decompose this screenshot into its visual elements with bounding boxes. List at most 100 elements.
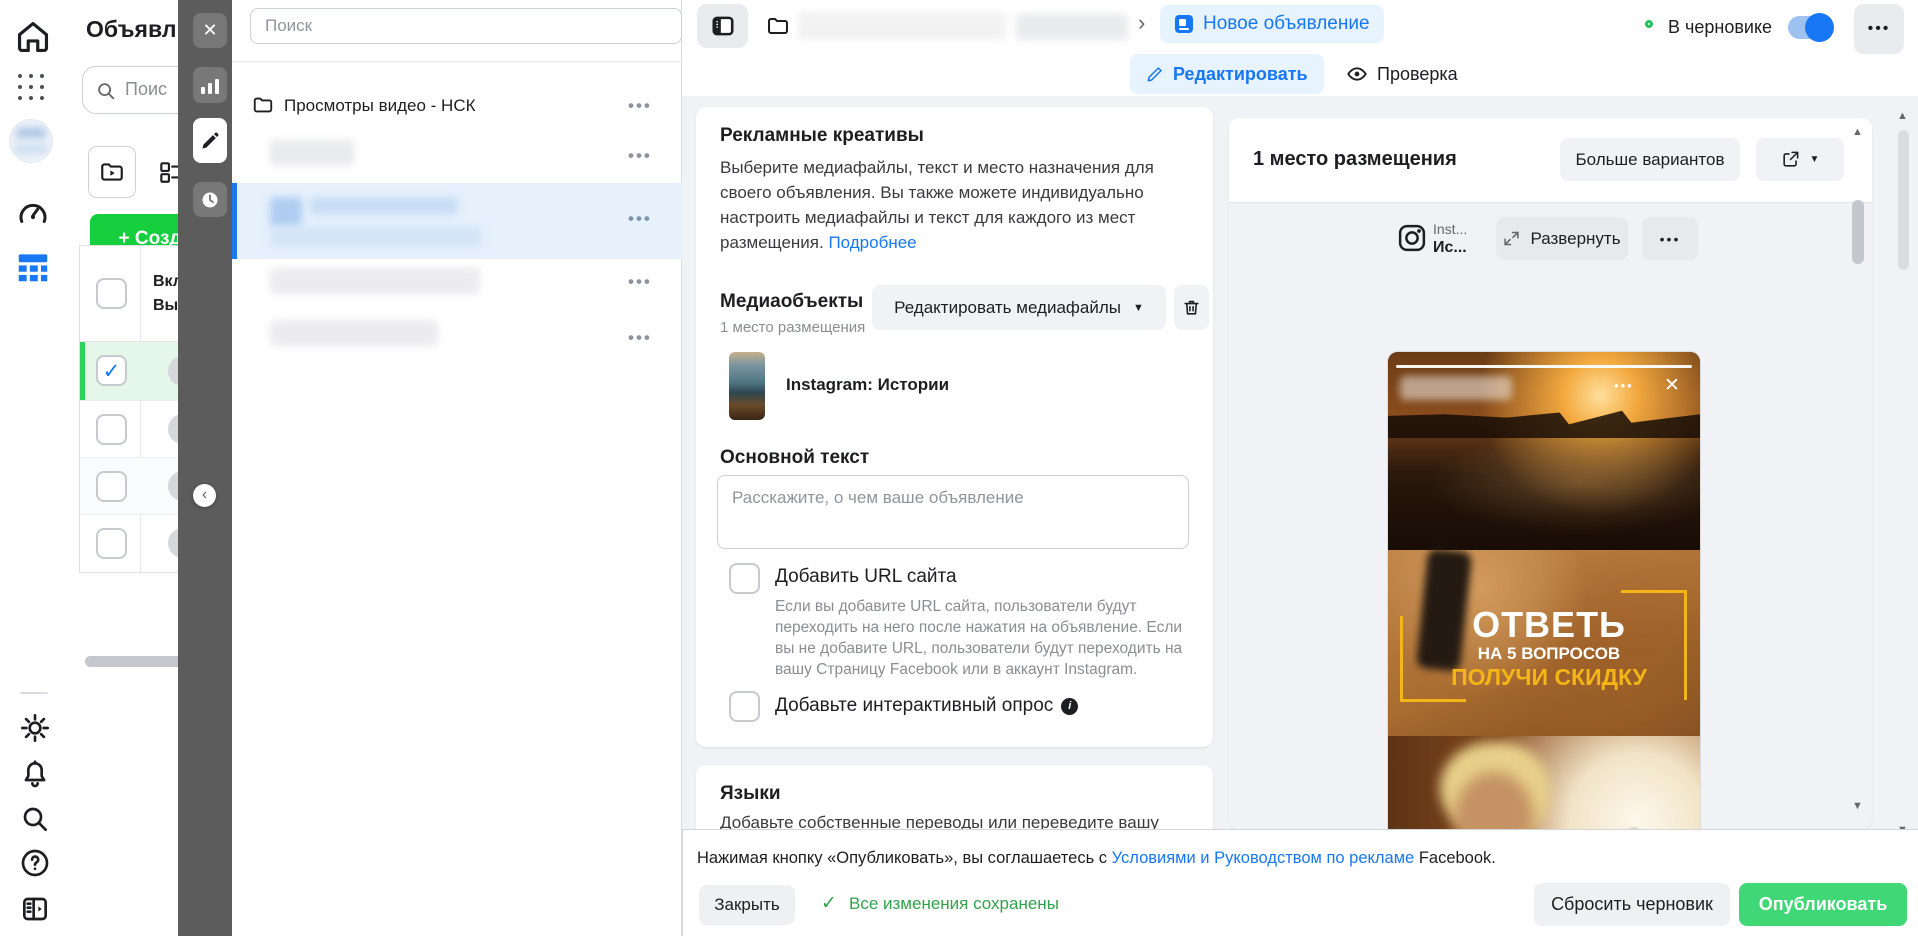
delete-media-button[interactable] <box>1174 285 1209 330</box>
redacted-text <box>310 197 458 215</box>
creative-title: Рекламные креативы <box>720 125 924 146</box>
select-all-checkbox[interactable] <box>96 278 127 309</box>
discard-draft-button[interactable]: Сбросить черновик <box>1534 883 1730 926</box>
row-menu-dots[interactable]: ••• <box>628 96 652 116</box>
platform-label-bold: Ис... <box>1433 239 1467 256</box>
draft-toggle[interactable] <box>1788 13 1834 42</box>
story-preview[interactable]: ОТВЕТЬ НА 5 ВОПРОСОВ ПОЛУЧИ СКИДКУ ••• ✕ <box>1388 352 1700 829</box>
redacted-text <box>270 227 482 247</box>
toolbar-history-button[interactable] <box>193 182 227 217</box>
media-item-label: Instagram: Истории <box>786 375 950 394</box>
row-menu-dots[interactable]: ••• <box>628 146 652 166</box>
page-scroll-up[interactable]: ▲ <box>1897 110 1908 122</box>
expand-button[interactable]: Развернуть <box>1496 217 1628 260</box>
publish-button[interactable]: Опубликовать <box>1739 883 1907 926</box>
preview-scroll-up[interactable]: ▲ <box>1852 126 1863 138</box>
learn-more-link[interactable]: Подробнее <box>828 233 916 252</box>
legal-text: Нажимая кнопку «Опубликовать», вы соглаш… <box>697 849 1496 867</box>
story-line2: НА 5 ВОПРОСОВ <box>1477 644 1621 663</box>
tree-panel: Просмотры видео - НСК ••• ••• ••• ••• ••… <box>232 0 682 936</box>
folder-play-icon <box>101 163 123 181</box>
tab-edit-label: Редактировать <box>1173 63 1308 84</box>
url-checkbox[interactable] <box>729 563 760 594</box>
platform-label-small: Inst... <box>1433 221 1468 237</box>
ad-account-avatar[interactable] <box>10 120 52 162</box>
redacted-text <box>270 320 438 346</box>
footer-bar: Нажимая кнопку «Опубликовать», вы соглаш… <box>682 829 1918 936</box>
creative-card: Рекламные креативы Выберите медиафайлы, … <box>696 107 1213 747</box>
row-menu-dots[interactable]: ••• <box>628 328 652 348</box>
breadcrumb-current[interactable]: Новое объявление <box>1160 5 1384 43</box>
apps-grid-icon[interactable] <box>18 74 47 103</box>
url-description: Если вы добавите URL сайта, пользователи… <box>775 598 1183 678</box>
preview-scroll-thumb[interactable] <box>1852 200 1864 264</box>
row-menu-dots[interactable]: ••• <box>628 209 652 229</box>
tab-edit[interactable]: Редактировать <box>1130 54 1324 94</box>
preview-menu-button[interactable]: ••• <box>1642 217 1698 260</box>
toggle-knob <box>1805 13 1834 42</box>
row-checkbox[interactable] <box>96 414 127 445</box>
expand-icon <box>1504 231 1520 246</box>
search-icon[interactable] <box>19 803 51 840</box>
saved-status: Все изменения сохранены <box>849 894 1059 913</box>
story-menu-dots[interactable]: ••• <box>1614 378 1634 393</box>
creative-description: Выберите медиафайлы, текст и место назна… <box>720 158 1154 252</box>
tab-review-label: Проверка <box>1377 63 1458 84</box>
page-scroll-thumb[interactable] <box>1898 130 1909 270</box>
preview-title: 1 место размещения <box>1253 148 1457 170</box>
collapse-sidebar-icon[interactable] <box>19 893 51 930</box>
row-checkbox[interactable] <box>96 528 127 559</box>
tree-item-selected[interactable]: ••• <box>232 183 682 259</box>
dots-icon: ••• <box>1659 230 1681 247</box>
redacted-avatar <box>16 128 46 138</box>
tree-item[interactable]: ••• <box>232 314 682 360</box>
panel-toggle-button[interactable] <box>697 4 748 48</box>
story-headline: ОТВЕТЬ НА 5 ВОПРОСОВ ПОЛУЧИ СКИДКУ <box>1418 606 1680 691</box>
header-menu-button[interactable]: ••• <box>1854 4 1904 54</box>
languages-title: Языки <box>720 783 781 804</box>
terms-link[interactable]: Условиями и Руководством по рекламе <box>1112 849 1415 867</box>
toolbar-edit-button-active[interactable] <box>193 118 227 163</box>
row-checkbox-checked[interactable]: ✓ <box>96 355 127 386</box>
story-line3: ПОЛУЧИ СКИДКУ <box>1451 664 1647 690</box>
tree-folder-row[interactable]: Просмотры видео - НСК ••• <box>232 86 682 126</box>
toolbar-chart-button[interactable] <box>193 67 227 103</box>
tab-review[interactable]: Проверка <box>1336 54 1468 94</box>
share-preview-button[interactable]: ▼ <box>1756 138 1844 181</box>
collapsed-toolbar: ✕ ‹ <box>178 0 232 936</box>
edit-media-button[interactable]: Редактировать медиафайлы ▼ <box>872 285 1166 330</box>
magnifier-icon <box>98 83 115 100</box>
notifications-bell-icon[interactable] <box>19 758 51 795</box>
tree-search-input[interactable] <box>250 8 682 44</box>
preview-scroll-down[interactable]: ▼ <box>1852 800 1863 812</box>
chevron-right-icon: › <box>1138 10 1146 35</box>
row-menu-dots[interactable]: ••• <box>628 272 652 292</box>
clock-icon <box>202 192 218 207</box>
body-text-input[interactable] <box>717 475 1189 549</box>
folder-tab[interactable] <box>88 146 136 198</box>
url-label: Добавить URL сайта <box>775 566 957 587</box>
tree-item[interactable]: ••• <box>232 262 682 308</box>
ads-table-icon[interactable] <box>14 248 52 291</box>
help-icon[interactable] <box>19 847 51 884</box>
redacted-text <box>270 268 480 294</box>
panel-collapse-handle[interactable]: ‹ <box>193 484 216 507</box>
ads-search-placeholder: Поис <box>125 79 168 99</box>
poll-checkbox[interactable] <box>729 691 760 722</box>
more-variants-button[interactable]: Больше вариантов <box>1560 138 1740 181</box>
tree-item[interactable]: ••• <box>232 134 682 178</box>
home-icon[interactable] <box>14 18 52 61</box>
row-checkbox[interactable] <box>96 471 127 502</box>
draft-status-dot <box>1645 20 1653 28</box>
redacted-thumb <box>270 197 302 227</box>
body-text-label: Основной текст <box>720 447 870 468</box>
media-thumbnail[interactable] <box>729 352 765 420</box>
trash-icon <box>1184 300 1199 315</box>
story-close-icon[interactable]: ✕ <box>1664 374 1680 397</box>
campaigns-gauge-icon[interactable] <box>15 196 51 237</box>
close-button[interactable]: Закрыть <box>699 885 795 925</box>
chevron-left-icon: ‹ <box>201 485 208 503</box>
toolbar-close-button[interactable]: ✕ <box>193 13 227 48</box>
settings-gear-icon[interactable] <box>19 712 51 749</box>
rail-divider <box>20 692 48 694</box>
